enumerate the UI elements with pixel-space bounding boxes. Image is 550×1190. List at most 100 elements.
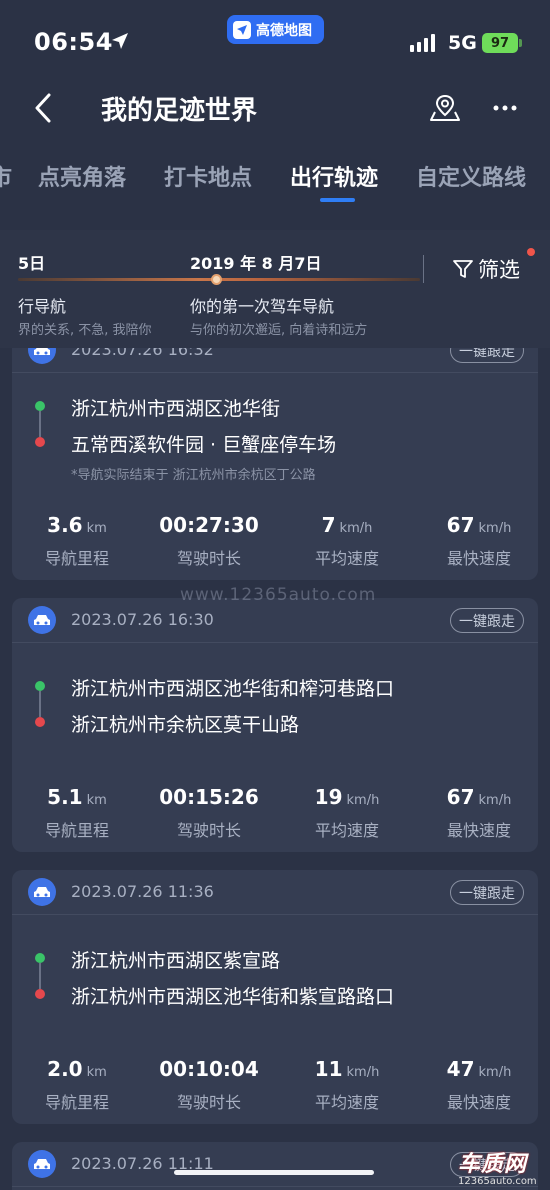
divider bbox=[423, 255, 424, 283]
stat-max-speed-label: 最快速度 bbox=[446, 549, 511, 568]
follow-route-button[interactable]: 一键跟走 bbox=[450, 608, 524, 633]
stat-max-speed-value: 67 bbox=[446, 785, 475, 809]
stat-avg-speed-value: 11 bbox=[314, 1057, 343, 1081]
stat-duration: 00:27:30 驾驶时长 bbox=[144, 513, 274, 569]
stat-duration-label: 驾驶时长 bbox=[176, 1093, 241, 1112]
start-point-icon bbox=[35, 953, 45, 963]
follow-route-button[interactable]: 一键跟走 bbox=[450, 880, 524, 905]
stat-max-speed-unit: km/h bbox=[478, 1065, 512, 1080]
watermark-logo-sub: 12365auto.com bbox=[458, 1176, 537, 1187]
car-icon bbox=[28, 348, 56, 364]
timeline-milestone-left[interactable]: 行导航 bbox=[18, 293, 66, 317]
stat-max-speed-label: 最快速度 bbox=[446, 1093, 511, 1112]
follow-route-button[interactable]: 一键跟走 bbox=[450, 348, 524, 363]
home-indicator[interactable] bbox=[174, 1170, 374, 1175]
signal-icon bbox=[410, 34, 435, 52]
active-tab-indicator bbox=[320, 198, 355, 202]
timeline-header: 5日 2019 年 8 月7日 行导航 界的关系, 不急, 我陪你 你的第一次驾… bbox=[0, 230, 550, 348]
stat-duration-label: 驾驶时长 bbox=[176, 821, 241, 840]
stat-distance-value: 2.0 bbox=[47, 1057, 83, 1081]
stat-duration-value: 00:10:04 bbox=[159, 1057, 259, 1081]
tab-bar: 市 点亮角落 打卡地点 出行轨迹 自定义路线 bbox=[0, 150, 550, 210]
stat-avg-speed-value: 7 bbox=[321, 513, 336, 537]
timeline-marker[interactable] bbox=[211, 274, 222, 285]
stat-avg-speed-value: 19 bbox=[314, 785, 343, 809]
stat-avg-speed-unit: km/h bbox=[339, 521, 373, 536]
tab-light-corners[interactable]: 点亮角落 bbox=[38, 160, 126, 192]
watermark-logo-main: 车质网 bbox=[458, 1152, 528, 1177]
route-connector bbox=[39, 691, 41, 717]
stat-avg-speed-label: 平均速度 bbox=[314, 1093, 379, 1112]
trip-end-location: 五常西溪软件园 · 巨蟹座停车场 bbox=[71, 434, 337, 456]
location-arrow-icon bbox=[112, 33, 128, 49]
stat-distance-unit: km bbox=[86, 1065, 107, 1080]
end-point-icon bbox=[35, 989, 45, 999]
stat-duration-label: 驾驶时长 bbox=[176, 549, 241, 568]
more-button[interactable] bbox=[488, 88, 522, 128]
battery-icon: 97 bbox=[482, 33, 522, 53]
stat-avg-speed: 19 km/h 平均速度 bbox=[282, 785, 412, 841]
start-point-icon bbox=[35, 681, 45, 691]
stat-max-speed-unit: km/h bbox=[478, 793, 512, 808]
trip-list[interactable]: 2023.07.26 16:32 一键跟走 浙江杭州市西湖区池华街 五常西溪软件… bbox=[0, 348, 550, 1190]
tab-checkin-places[interactable]: 打卡地点 bbox=[164, 160, 252, 192]
battery-level: 97 bbox=[490, 35, 510, 51]
tab-city[interactable]: 市 bbox=[0, 160, 12, 192]
stat-duration: 00:10:04 驾驶时长 bbox=[144, 1057, 274, 1113]
more-dots-icon bbox=[493, 105, 517, 111]
trip-start-location: 浙江杭州市西湖区池华街和榨河巷路口 bbox=[71, 678, 395, 700]
stat-distance-label: 导航里程 bbox=[44, 821, 109, 840]
trip-time: 2023.07.26 16:30 bbox=[71, 610, 214, 629]
timeline-date-mid: 2019 年 8 月7日 bbox=[190, 254, 322, 273]
filter-notification-dot bbox=[527, 248, 535, 256]
status-time: 06:54 bbox=[34, 28, 113, 56]
stat-max-speed: 47 km/h 最快速度 bbox=[414, 1057, 544, 1113]
trip-card[interactable]: 2023.07.26 16:32 一键跟走 浙江杭州市西湖区池华街 五常西溪软件… bbox=[12, 348, 538, 580]
map-pin-button[interactable] bbox=[428, 88, 462, 128]
stat-distance-unit: km bbox=[86, 793, 107, 808]
stat-avg-speed-label: 平均速度 bbox=[314, 821, 379, 840]
tab-custom-routes[interactable]: 自定义路线 bbox=[416, 160, 526, 192]
car-icon bbox=[28, 1150, 56, 1178]
trip-card[interactable]: 2023.07.26 16:30 一键跟走 浙江杭州市西湖区池华街和榨河巷路口 … bbox=[12, 598, 538, 852]
stat-distance-value: 5.1 bbox=[47, 785, 83, 809]
stat-avg-speed-unit: km/h bbox=[346, 1065, 380, 1080]
stat-avg-speed-label: 平均速度 bbox=[314, 549, 379, 568]
timeline-milestone-mid[interactable]: 你的第一次驾车导航 bbox=[190, 293, 334, 317]
end-point-icon bbox=[35, 437, 45, 447]
stat-distance: 5.1 km 导航里程 bbox=[12, 785, 142, 841]
status-bar: 06:54 高德地图 5G 97 bbox=[0, 0, 550, 82]
trip-end-note: *导航实际结束于 浙江杭州市余杭区丁公路 bbox=[71, 468, 316, 483]
trip-time: 2023.07.26 11:36 bbox=[71, 882, 214, 901]
stat-duration: 00:15:26 驾驶时长 bbox=[144, 785, 274, 841]
stat-avg-speed-unit: km/h bbox=[346, 793, 380, 808]
chevron-left-icon bbox=[35, 93, 51, 123]
watermark-logo: 车质网 12365auto.com bbox=[458, 1146, 550, 1190]
stat-max-speed-label: 最快速度 bbox=[446, 821, 511, 840]
start-point-icon bbox=[35, 401, 45, 411]
amap-logo-icon bbox=[233, 20, 251, 39]
tab-travel-tracks[interactable]: 出行轨迹 bbox=[290, 160, 378, 192]
trip-stats: 5.1 km 导航里程 00:15:26 驾驶时长 19 km/h 平均速度 67 k… bbox=[12, 785, 538, 845]
watermark-text: www.12365auto.com bbox=[180, 585, 377, 605]
back-button[interactable] bbox=[28, 88, 58, 128]
trip-stats: 3.6 km 导航里程 00:27:30 驾驶时长 7 km/h 平均速度 67 km… bbox=[12, 513, 538, 573]
trip-end-location: 浙江杭州市西湖区池华街和紫宣路路口 bbox=[71, 986, 395, 1008]
filter-button[interactable]: 筛选 bbox=[452, 254, 520, 284]
trip-card-header: 2023.07.26 16:32 一键跟走 bbox=[12, 348, 538, 373]
filter-icon bbox=[453, 260, 473, 278]
stat-distance-unit: km bbox=[86, 521, 107, 536]
timeline-milestone-left-sub: 界的关系, 不急, 我陪你 bbox=[18, 323, 152, 338]
route-connector bbox=[39, 411, 41, 437]
amap-app-badge[interactable]: 高德地图 bbox=[227, 15, 324, 44]
car-icon bbox=[28, 606, 56, 634]
stat-max-speed-value: 47 bbox=[446, 1057, 475, 1081]
trip-start-location: 浙江杭州市西湖区池华街 bbox=[71, 398, 281, 420]
stat-distance: 2.0 km 导航里程 bbox=[12, 1057, 142, 1113]
trip-card[interactable]: 2023.07.26 11:36 一键跟走 浙江杭州市西湖区紫宣路 浙江杭州市西… bbox=[12, 870, 538, 1124]
map-pin-icon bbox=[430, 94, 460, 121]
stat-max-speed-value: 67 bbox=[446, 513, 475, 537]
trip-start-location: 浙江杭州市西湖区紫宣路 bbox=[71, 950, 281, 972]
trip-end-location: 浙江杭州市余杭区莫干山路 bbox=[71, 714, 300, 736]
timeline-milestone-mid-sub: 与你的初次邂逅, 向着诗和远方 bbox=[190, 323, 368, 338]
